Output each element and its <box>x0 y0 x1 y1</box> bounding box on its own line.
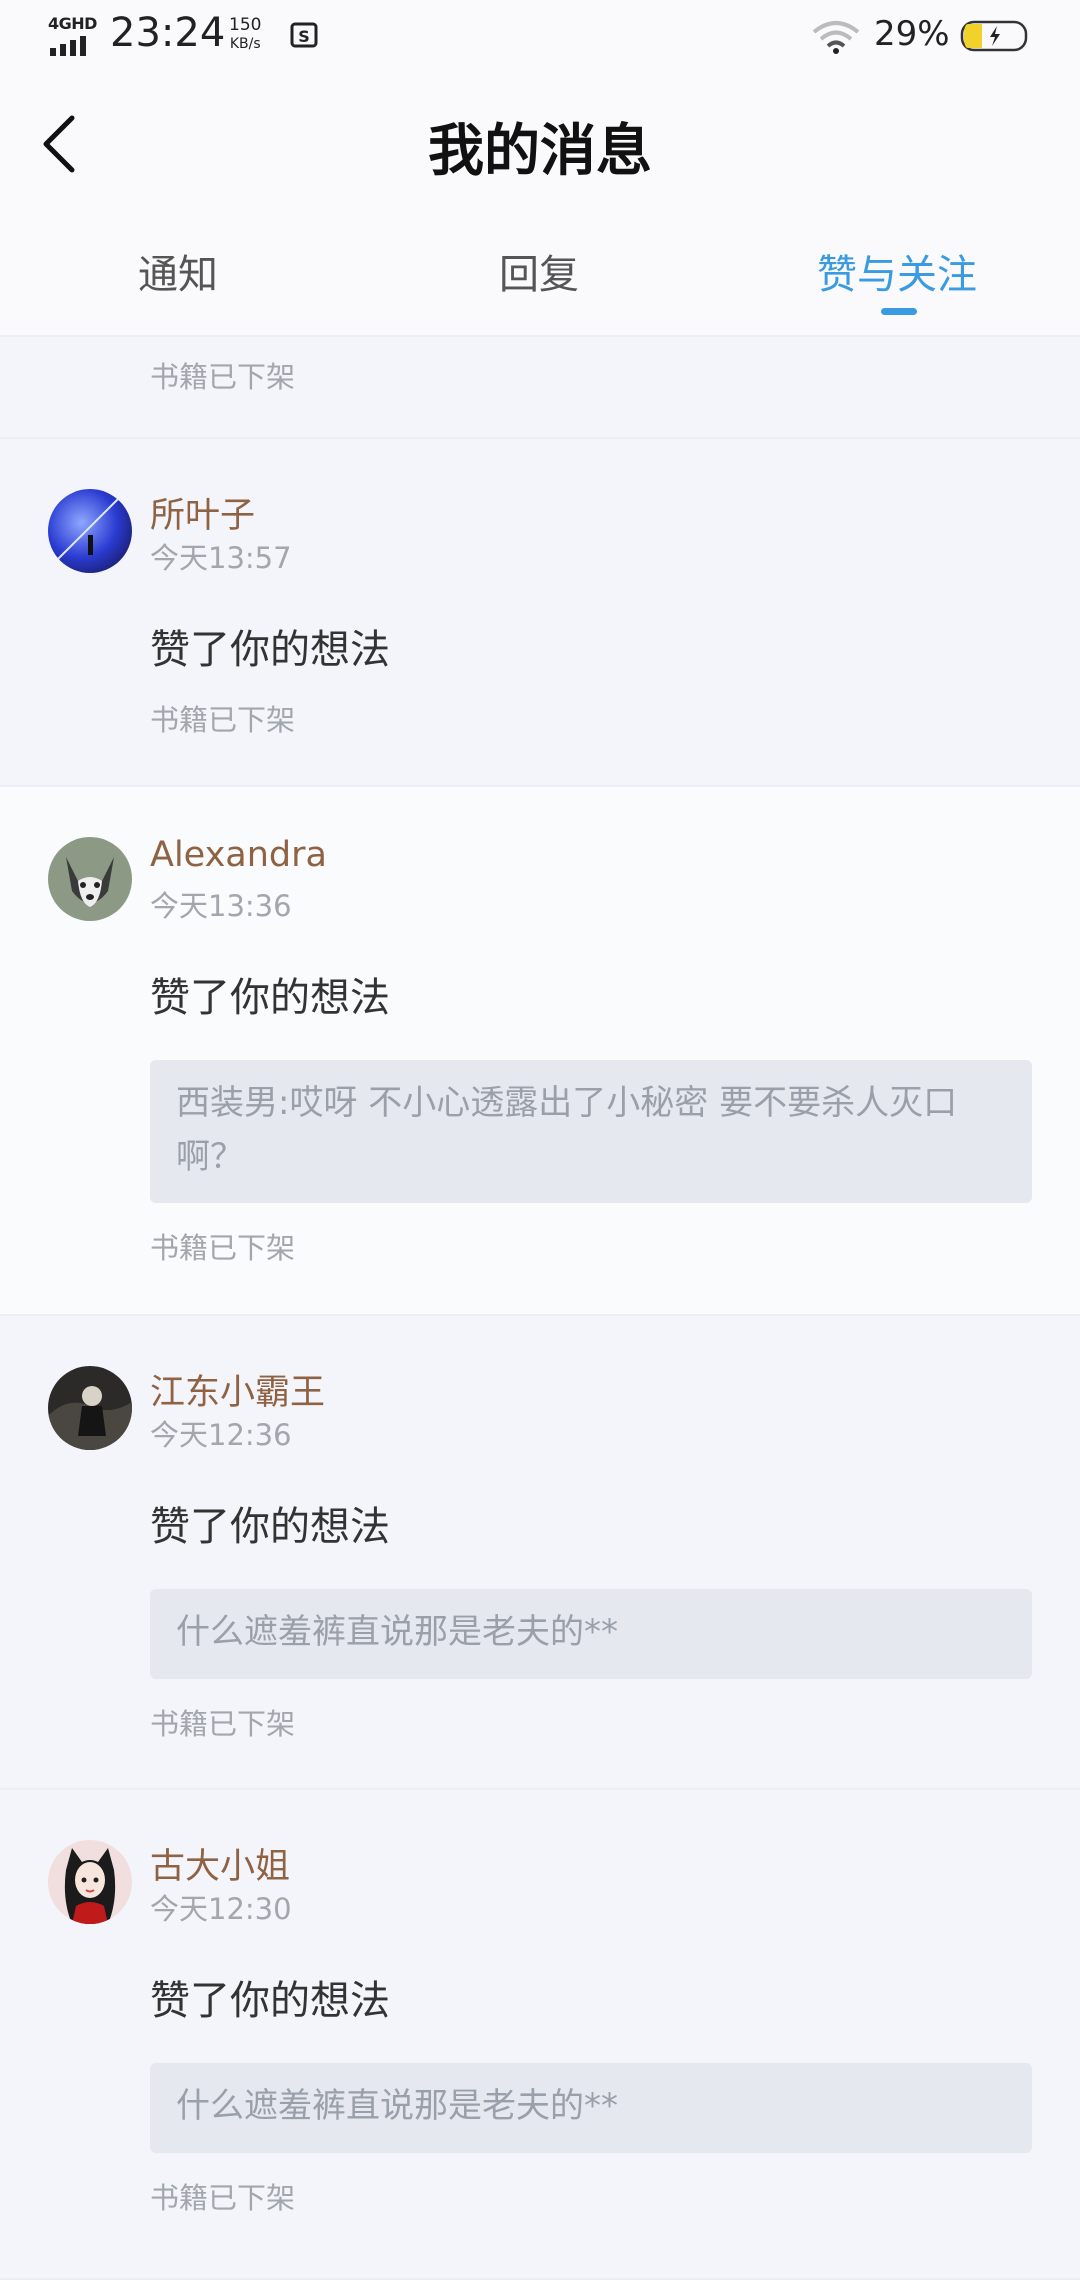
username[interactable]: 所叶子 <box>150 487 255 538</box>
clock: 23:24 <box>110 10 226 56</box>
book-status: 书籍已下架 <box>150 360 296 394</box>
book-status: 书籍已下架 <box>150 1231 296 1265</box>
timestamp: 今天13:36 <box>150 889 292 923</box>
list-item[interactable]: 江东小霸王 今天12:36 赞了你的想法 什么遮羞裤直说那是老夫的** 书籍已下… <box>0 1316 1080 1790</box>
signal-icon: 4GHD <box>48 14 100 56</box>
quoted-thought[interactable]: 什么遮羞裤直说那是老夫的** <box>150 1589 1032 1679</box>
list-item[interactable]: 古大小姐 今天12:30 赞了你的想法 什么遮羞裤直说那是老夫的** 书籍已下架 <box>0 1790 1080 2280</box>
list-item[interactable]: 书籍已下架 <box>0 337 1080 439</box>
page-title: 我的消息 <box>428 118 652 184</box>
action-text: 赞了你的想法 <box>150 975 390 1021</box>
list-item[interactable]: Alexandra 今天13:36 赞了你的想法 西装男:哎呀 不小心透露出了小… <box>0 787 1080 1316</box>
avatar[interactable] <box>48 1366 132 1450</box>
username[interactable]: 古大小姐 <box>150 1838 290 1889</box>
username[interactable]: Alexandra <box>150 835 327 875</box>
action-text: 赞了你的想法 <box>150 1504 390 1550</box>
avatar[interactable] <box>48 489 132 573</box>
tab-bar: 通知 回复 赞与关注 <box>0 242 1080 322</box>
book-status: 书籍已下架 <box>150 703 296 737</box>
timestamp: 今天13:57 <box>150 541 292 575</box>
timestamp: 今天12:30 <box>150 1892 292 1926</box>
active-tab-indicator <box>881 308 917 315</box>
message-list: 书籍已下架 所叶子 今天13:57 赞了你的想法 书籍已下架 Alexandra… <box>0 337 1080 2280</box>
book-status: 书籍已下架 <box>150 1707 296 1741</box>
battery-percent: 29% <box>874 14 950 54</box>
book-status: 书籍已下架 <box>150 2181 296 2215</box>
avatar[interactable] <box>48 837 132 921</box>
network-speed: 150 KB/s <box>229 16 261 54</box>
quoted-thought[interactable]: 什么遮羞裤直说那是老夫的** <box>150 2063 1032 2153</box>
timestamp: 今天12:36 <box>150 1418 292 1452</box>
tab-likes-follows[interactable]: 赞与关注 <box>817 242 977 300</box>
username[interactable]: 江东小霸王 <box>150 1364 325 1415</box>
network-type: 4GHD <box>48 14 97 33</box>
tab-notifications[interactable]: 通知 <box>138 242 218 300</box>
header: 我的消息 通知 回复 赞与关注 <box>0 72 1080 337</box>
battery-icon <box>960 20 1028 52</box>
speed-unit: KB/s <box>229 36 261 52</box>
list-item[interactable]: 所叶子 今天13:57 赞了你的想法 书籍已下架 <box>0 439 1080 787</box>
wifi-icon <box>812 21 860 54</box>
tab-replies[interactable]: 回复 <box>499 242 579 300</box>
avatar[interactable] <box>48 1840 132 1924</box>
svg-text:S: S <box>298 27 310 46</box>
quoted-thought[interactable]: 西装男:哎呀 不小心透露出了小秘密 要不要杀人灭口啊？ <box>150 1060 1032 1203</box>
status-bar: 4GHD 23:24 150 KB/s S 29% <box>0 0 1080 72</box>
action-text: 赞了你的想法 <box>150 1978 390 2024</box>
speed-value: 150 <box>229 15 262 35</box>
action-text: 赞了你的想法 <box>150 627 390 673</box>
screenshot-icon: S <box>290 22 318 48</box>
